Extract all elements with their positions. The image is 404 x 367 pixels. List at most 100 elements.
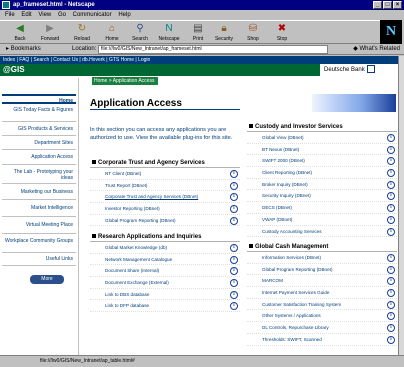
- list-item[interactable]: Information Services (DBnet) i: [247, 252, 397, 264]
- menu-edit[interactable]: Edit: [21, 10, 31, 20]
- status-bar: file:///lw0/GIS/New_Intranet/ap_table.ht…: [0, 355, 404, 367]
- list-item[interactable]: Global Market Knowledge (db) i: [90, 242, 240, 254]
- info-icon[interactable]: i: [387, 254, 395, 262]
- close-button[interactable]: ×: [393, 1, 402, 9]
- maximize-button[interactable]: □: [383, 1, 392, 9]
- menu-view[interactable]: View: [38, 10, 51, 20]
- list-item[interactable]: VWAP (DBnet) i: [247, 214, 397, 226]
- sidebar-item-useful-links[interactable]: Useful Links: [2, 253, 76, 266]
- list-item[interactable]: Thresholds: SWIFT, Scanned i: [247, 334, 397, 346]
- info-icon[interactable]: i: [387, 227, 395, 236]
- info-icon[interactable]: i: [387, 169, 395, 178]
- security-button[interactable]: 🔒︎ Security: [212, 22, 236, 44]
- menu-file[interactable]: File: [5, 10, 15, 20]
- menu-help[interactable]: Help: [118, 10, 130, 20]
- list-item[interactable]: SWIFT 2000 (DBnet) i: [247, 155, 397, 168]
- list-item[interactable]: Other Systems / Applications i: [247, 310, 397, 323]
- search-button[interactable]: ⚲ Search: [128, 22, 152, 44]
- info-icon[interactable]: i: [230, 279, 238, 288]
- forward-button[interactable]: ▶ Forward: [38, 22, 62, 44]
- menu-communicator[interactable]: Communicator: [73, 10, 112, 20]
- list-item[interactable]: Corporate Trust and Agency Services (DBn…: [90, 191, 240, 204]
- sidebar-item-products[interactable]: GIS Products & Services: [2, 122, 76, 136]
- whats-related-button[interactable]: ◆ What's Related: [353, 44, 400, 54]
- back-button[interactable]: ◀ Back: [8, 22, 32, 44]
- stop-button[interactable]: ✖ Stop: [270, 22, 294, 44]
- list-item[interactable]: Security Inquiry (DBnet) i: [247, 190, 397, 203]
- list-item[interactable]: Trust Report (DBnet) i: [90, 180, 240, 192]
- info-icon[interactable]: i: [230, 170, 238, 178]
- reload-button[interactable]: ↻ Reload: [70, 22, 94, 44]
- info-icon[interactable]: i: [387, 289, 395, 298]
- sidebar-item-department-sites[interactable]: Department Sites: [2, 136, 76, 150]
- window-title-bar: ap_frameset.html - Netscape _ □ ×: [0, 0, 404, 10]
- list-item[interactable]: Link to DFP database i: [90, 300, 240, 313]
- home-button[interactable]: ⌂ Home: [100, 22, 124, 44]
- minimize-button[interactable]: _: [373, 1, 382, 9]
- list-item[interactable]: NT Client (DBnet) i: [90, 168, 240, 180]
- list-item[interactable]: Client Reporting (DBnet) i: [247, 167, 397, 179]
- info-icon[interactable]: i: [387, 335, 395, 344]
- info-icon[interactable]: i: [387, 215, 395, 224]
- info-icon[interactable]: i: [230, 216, 238, 225]
- list-item[interactable]: BT Nexus (DBnet) i: [247, 144, 397, 156]
- list-item[interactable]: Global View (DBnet) i: [247, 132, 397, 144]
- info-icon[interactable]: i: [387, 145, 395, 154]
- info-icon[interactable]: i: [230, 244, 238, 252]
- breadcrumb[interactable]: Home > Application Access: [92, 77, 159, 85]
- sidebar-item-workplace[interactable]: Workplace Community Groups: [2, 234, 76, 253]
- shop-icon: ⛁: [248, 23, 258, 34]
- list-item[interactable]: Document Exchange (External) i: [90, 277, 240, 289]
- info-icon[interactable]: i: [387, 204, 395, 213]
- list-item[interactable]: Internet Payment Services Guide i: [247, 287, 397, 299]
- list-item[interactable]: Global Program Reporting (DBnet) i: [90, 215, 240, 227]
- info-icon[interactable]: i: [387, 300, 395, 309]
- info-icon[interactable]: i: [230, 255, 238, 264]
- sidebar-item-gis-today[interactable]: GIS Today Facts & Figures: [2, 104, 76, 122]
- sidebar-item-marketing[interactable]: Marketing our Business: [2, 184, 76, 200]
- menu-go[interactable]: Go: [58, 10, 66, 20]
- list-item[interactable]: Custody Accounting Services i: [247, 226, 397, 238]
- info-icon[interactable]: i: [387, 192, 395, 201]
- location-input[interactable]: file:///lw0/GIS/New_Intranet/ap_frameset…: [98, 45, 328, 54]
- list-item[interactable]: Investor Reporting (DBnet) i: [90, 203, 240, 215]
- page-content: Index | FAQ | Search | Contact Us | db.H…: [0, 56, 398, 355]
- info-icon[interactable]: i: [387, 180, 395, 189]
- list-item[interactable]: Customer Satisfaction Training System i: [247, 299, 397, 311]
- sidebar-item-market-intelligence[interactable]: Market Intelligence: [2, 200, 76, 217]
- list-item[interactable]: Broker Inquiry (DBnet) i: [247, 179, 397, 191]
- list-item[interactable]: DL Controls, Repurchase Library i: [247, 322, 397, 334]
- info-icon[interactable]: i: [230, 302, 238, 311]
- info-icon[interactable]: i: [387, 134, 395, 142]
- info-icon[interactable]: i: [387, 265, 395, 274]
- sidebar-item-application-access[interactable]: Application Access: [2, 150, 76, 165]
- top-navigation-links[interactable]: Index | FAQ | Search | Contact Us | db.H…: [0, 56, 398, 64]
- list-item[interactable]: DECS (DBnet) i: [247, 202, 397, 214]
- sidebar-item-the-lab[interactable]: The Lab - Prototyping your ideas: [2, 165, 76, 184]
- info-icon[interactable]: i: [387, 312, 395, 321]
- sidebar-item-home[interactable]: Home: [2, 94, 76, 104]
- list-item[interactable]: Link to DBS database i: [90, 289, 240, 301]
- info-icon[interactable]: i: [387, 277, 395, 286]
- info-icon[interactable]: i: [230, 181, 238, 190]
- list-item[interactable]: Network Management Catalogue i: [90, 254, 240, 266]
- netscape-button[interactable]: N Netscape: [157, 22, 181, 44]
- sidebar-item-virtual-meeting[interactable]: Virtual Meeting Place: [2, 217, 76, 234]
- info-icon[interactable]: i: [387, 324, 395, 333]
- location-bar: ▸ Bookmarks Location: file:///lw0/GIS/Ne…: [0, 44, 404, 55]
- list-item[interactable]: MARCOM i: [247, 275, 397, 288]
- list-item[interactable]: Global Program Reporting (DBnet) i: [247, 264, 397, 276]
- info-icon[interactable]: i: [387, 157, 395, 166]
- info-icon[interactable]: i: [230, 267, 238, 276]
- info-icon[interactable]: i: [230, 193, 238, 202]
- list-item[interactable]: Document Share (Internal) i: [90, 265, 240, 278]
- vertical-scrollbar[interactable]: [398, 56, 404, 355]
- deutsche-bank-logo: Deutsche Bank: [320, 64, 398, 76]
- print-icon: ▤: [193, 23, 203, 34]
- info-icon[interactable]: i: [230, 290, 238, 299]
- bookmarks-button[interactable]: ▸ Bookmarks: [6, 44, 41, 54]
- print-button[interactable]: ▤ Print: [186, 22, 210, 44]
- info-icon[interactable]: i: [230, 205, 238, 214]
- shop-button[interactable]: ⛁ Shop: [241, 22, 265, 44]
- more-button[interactable]: More: [30, 275, 64, 284]
